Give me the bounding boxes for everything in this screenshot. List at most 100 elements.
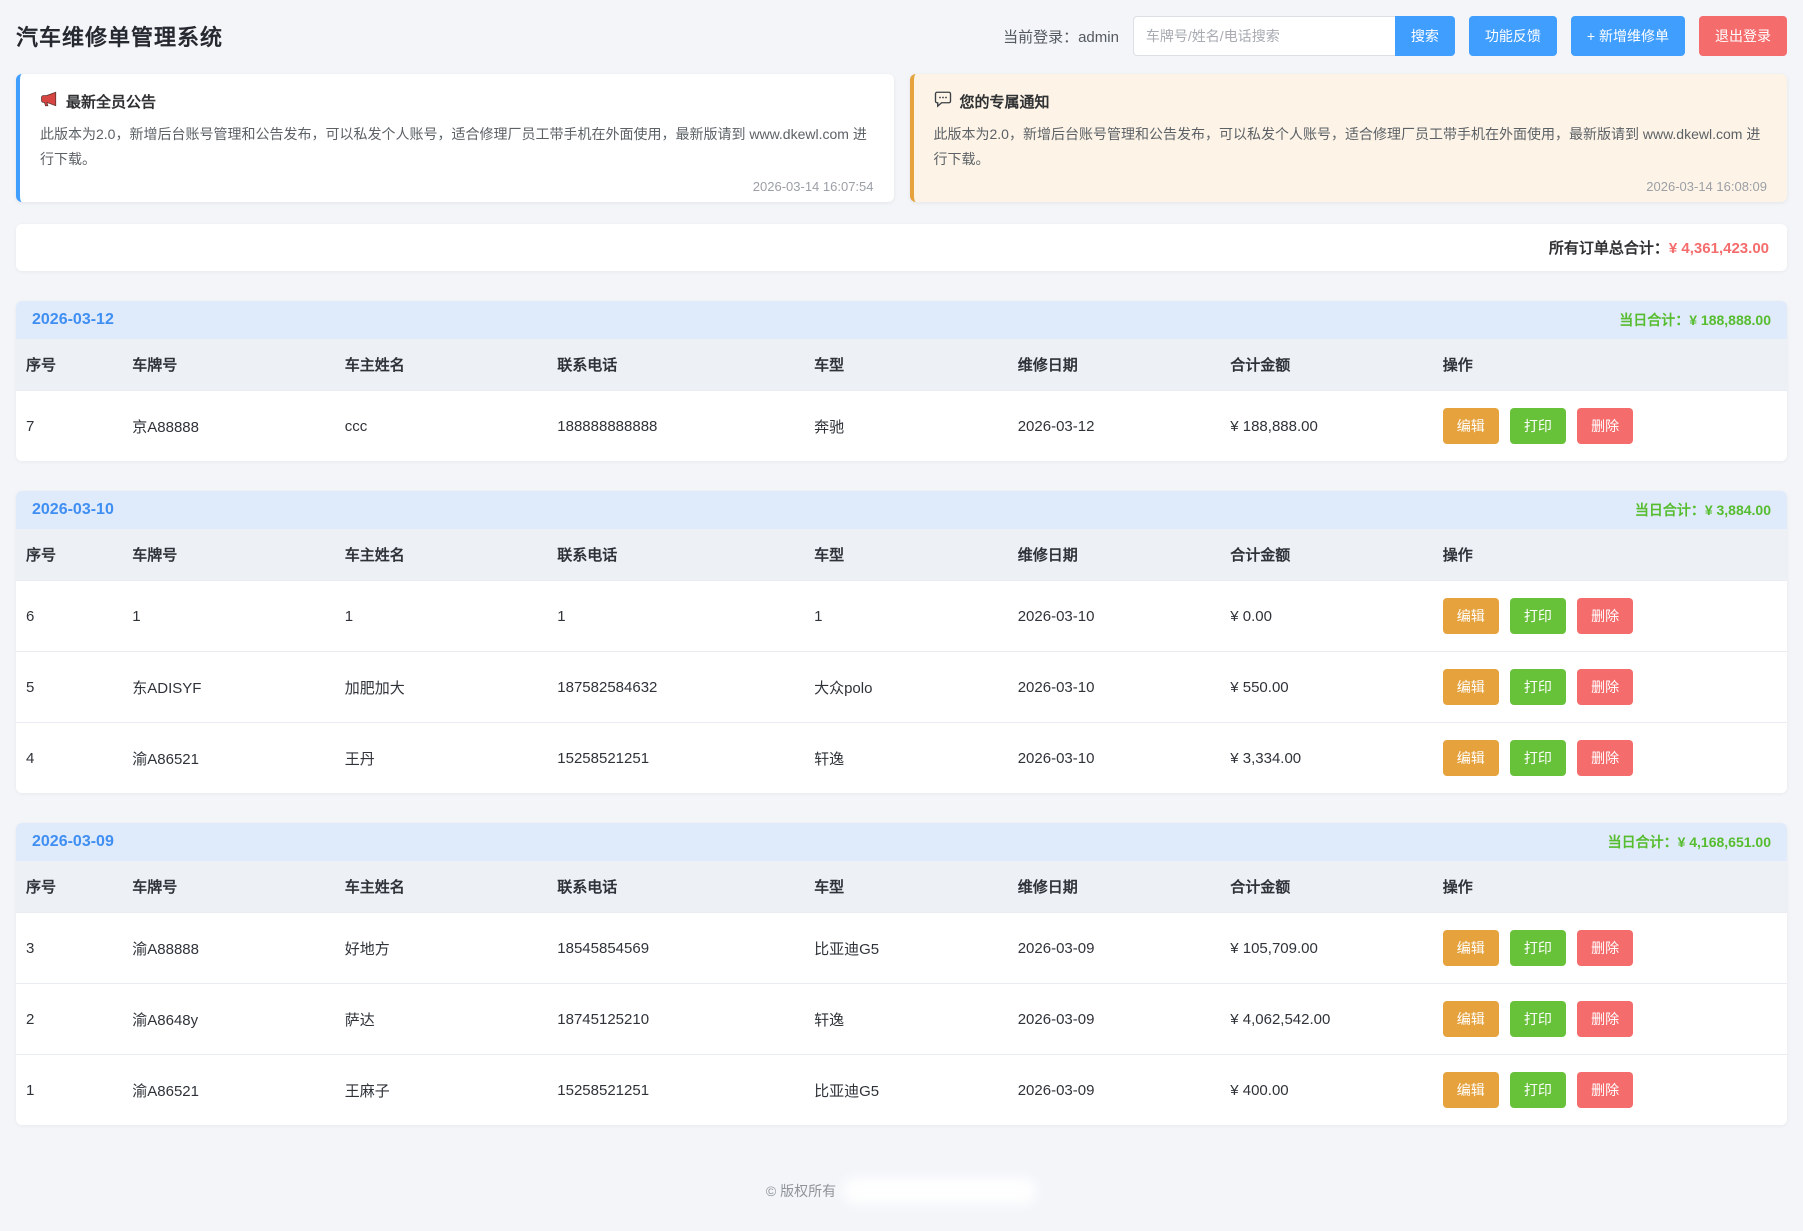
edit-button[interactable]: 编辑 [1443, 1001, 1499, 1037]
column-header: 合计金额 [1220, 339, 1433, 391]
cell-amount: ¥ 105,709.00 [1220, 913, 1433, 984]
cell-actions: 编辑 打印 删除 [1433, 984, 1787, 1055]
table-row: 4 渝A86521 王丹 15258521251 轩逸 2026-03-10 ¥… [16, 723, 1787, 794]
orders-table: 序号车牌号车主姓名联系电话车型维修日期合计金额操作 3 渝A88888 好地方 … [16, 861, 1787, 1125]
cell-owner: ccc [335, 391, 548, 462]
edit-button[interactable]: 编辑 [1443, 598, 1499, 634]
cell-amount: ¥ 400.00 [1220, 1055, 1433, 1126]
personal-notice-title: 您的专属通知 [960, 91, 1050, 112]
grand-total-label: 所有订单总合计： [1549, 240, 1669, 257]
grand-total-amount: ¥ 4,361,423.00 [1669, 240, 1769, 257]
cell-phone: 187582584632 [547, 652, 804, 723]
cell-owner: 1 [335, 581, 548, 652]
column-header: 维修日期 [1008, 861, 1221, 913]
cell-actions: 编辑 打印 删除 [1433, 723, 1787, 794]
column-header: 联系电话 [547, 861, 804, 913]
cell-phone: 18745125210 [547, 984, 804, 1055]
add-repair-order-button[interactable]: + 新增维修单 [1571, 16, 1685, 56]
table-body: 3 渝A88888 好地方 18545854569 比亚迪G5 2026-03-… [16, 913, 1787, 1126]
column-header: 联系电话 [547, 339, 804, 391]
print-button[interactable]: 打印 [1510, 408, 1566, 444]
print-button[interactable]: 打印 [1510, 930, 1566, 966]
delete-button[interactable]: 删除 [1577, 740, 1633, 776]
cell-date: 2026-03-09 [1008, 913, 1221, 984]
print-button[interactable]: 打印 [1510, 669, 1566, 705]
notice-area: 最新全员公告 此版本为2.0，新增后台账号管理和公告发布，可以私发个人账号，适合… [16, 74, 1787, 202]
cell-seq: 4 [16, 723, 122, 794]
personal-notice-title-row: 您的专属通知 [934, 90, 1768, 112]
column-header: 序号 [16, 861, 122, 913]
search-input[interactable] [1133, 16, 1395, 56]
edit-button[interactable]: 编辑 [1443, 740, 1499, 776]
cell-owner: 王麻子 [335, 1055, 548, 1126]
cell-seq: 6 [16, 581, 122, 652]
search-button[interactable]: 搜索 [1395, 16, 1455, 56]
daily-total-amount: ¥ 4,168,651.00 [1678, 834, 1771, 850]
print-button[interactable]: 打印 [1510, 598, 1566, 634]
cell-owner: 王丹 [335, 723, 548, 794]
cell-seq: 7 [16, 391, 122, 462]
section-date: 2026-03-10 [32, 501, 114, 519]
cell-amount: ¥ 3,334.00 [1220, 723, 1433, 794]
redacted-blur [842, 1177, 1037, 1205]
copyright-text: © 版权所有 [766, 1181, 836, 1201]
cell-owner: 好地方 [335, 913, 548, 984]
daily-total: 当日合计：¥ 188,888.00 [1619, 310, 1771, 330]
table-row: 3 渝A88888 好地方 18545854569 比亚迪G5 2026-03-… [16, 913, 1787, 984]
delete-button[interactable]: 删除 [1577, 669, 1633, 705]
cell-phone: 188888888888 [547, 391, 804, 462]
speech-bubble-icon [934, 90, 952, 112]
table-header-row: 序号车牌号车主姓名联系电话车型维修日期合计金额操作 [16, 861, 1787, 913]
announcement-card: 最新全员公告 此版本为2.0，新增后台账号管理和公告发布，可以私发个人账号，适合… [16, 74, 894, 202]
cell-amount: ¥ 4,062,542.00 [1220, 984, 1433, 1055]
column-header: 合计金额 [1220, 861, 1433, 913]
cell-date: 2026-03-10 [1008, 652, 1221, 723]
cell-model: 比亚迪G5 [804, 1055, 1008, 1126]
print-button[interactable]: 打印 [1510, 1072, 1566, 1108]
personal-notice-time: 2026-03-14 16:08:09 [934, 173, 1768, 194]
daily-total-label: 当日合计： [1635, 502, 1705, 518]
delete-button[interactable]: 删除 [1577, 1072, 1633, 1108]
cell-actions: 编辑 打印 删除 [1433, 1055, 1787, 1126]
date-bar: 2026-03-10 当日合计：¥ 3,884.00 [16, 491, 1787, 529]
logout-button[interactable]: 退出登录 [1699, 16, 1787, 56]
column-header: 车型 [804, 339, 1008, 391]
column-header: 序号 [16, 529, 122, 581]
edit-button[interactable]: 编辑 [1443, 669, 1499, 705]
delete-button[interactable]: 删除 [1577, 930, 1633, 966]
table-body: 6 1 1 1 1 2026-03-10 ¥ 0.00 编辑 打印 删除 5 东… [16, 581, 1787, 794]
cell-phone: 18545854569 [547, 913, 804, 984]
cell-plate: 京A88888 [122, 391, 335, 462]
column-header: 操作 [1433, 529, 1787, 581]
cell-date: 2026-03-10 [1008, 723, 1221, 794]
edit-button[interactable]: 编辑 [1443, 408, 1499, 444]
daily-total: 当日合计：¥ 3,884.00 [1635, 500, 1771, 520]
column-header: 操作 [1433, 339, 1787, 391]
daily-total-amount: ¥ 3,884.00 [1705, 502, 1771, 518]
delete-button[interactable]: 删除 [1577, 598, 1633, 634]
column-header: 操作 [1433, 861, 1787, 913]
grand-total-bar: 所有订单总合计：¥ 4,361,423.00 [16, 224, 1787, 271]
table-row: 6 1 1 1 1 2026-03-10 ¥ 0.00 编辑 打印 删除 [16, 581, 1787, 652]
delete-button[interactable]: 删除 [1577, 1001, 1633, 1037]
cell-model: 1 [804, 581, 1008, 652]
column-header: 车牌号 [122, 529, 335, 581]
cell-date: 2026-03-12 [1008, 391, 1221, 462]
table-row: 7 京A88888 ccc 188888888888 奔驰 2026-03-12… [16, 391, 1787, 462]
announcement-body: 此版本为2.0，新增后台账号管理和公告发布，可以私发个人账号，适合修理厂员工带手… [40, 122, 874, 171]
delete-button[interactable]: 删除 [1577, 408, 1633, 444]
cell-amount: ¥ 550.00 [1220, 652, 1433, 723]
edit-button[interactable]: 编辑 [1443, 1072, 1499, 1108]
cell-model: 奔驰 [804, 391, 1008, 462]
print-button[interactable]: 打印 [1510, 1001, 1566, 1037]
column-header: 车型 [804, 529, 1008, 581]
print-button[interactable]: 打印 [1510, 740, 1566, 776]
cell-plate: 渝A86521 [122, 723, 335, 794]
table-row: 2 渝A8648y 萨达 18745125210 轩逸 2026-03-09 ¥… [16, 984, 1787, 1055]
feedback-button[interactable]: 功能反馈 [1469, 16, 1557, 56]
cell-actions: 编辑 打印 删除 [1433, 913, 1787, 984]
cell-plate: 渝A86521 [122, 1055, 335, 1126]
orders-table: 序号车牌号车主姓名联系电话车型维修日期合计金额操作 7 京A88888 ccc … [16, 339, 1787, 461]
cell-seq: 5 [16, 652, 122, 723]
edit-button[interactable]: 编辑 [1443, 930, 1499, 966]
